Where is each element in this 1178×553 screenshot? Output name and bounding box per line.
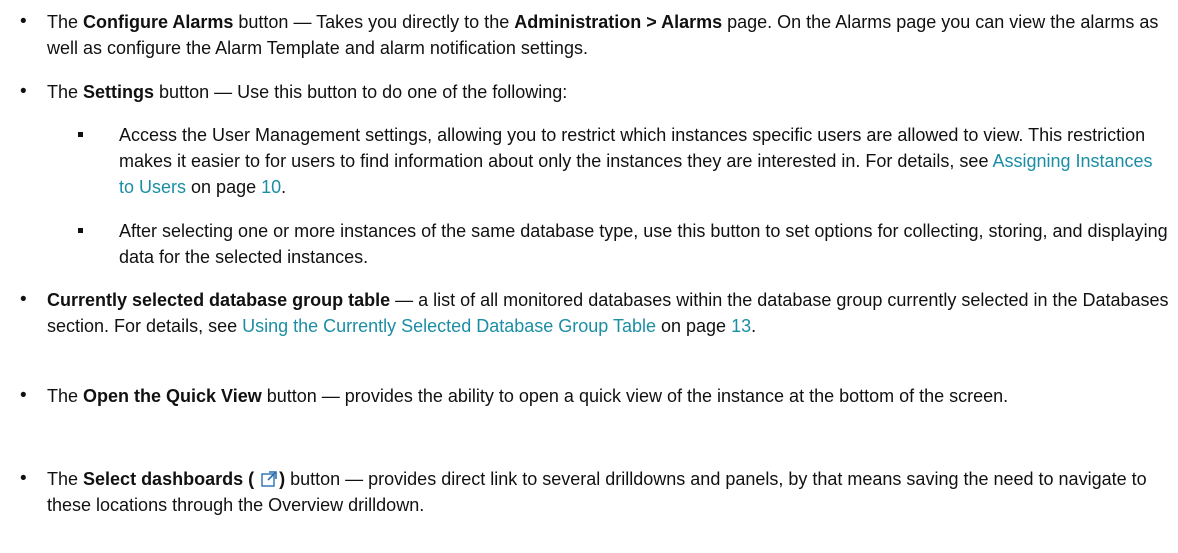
sub-bullet-square (78, 132, 83, 137)
sub-bullet-square (78, 228, 83, 233)
bullet-text: The Select dashboards ( ) button — provi… (47, 468, 1147, 515)
settings-label: Settings (83, 82, 155, 102)
bullet-configure-alarms: • The Configure Alarms button — Takes yo… (0, 9, 1170, 61)
page-10-link[interactable]: 10 (261, 177, 281, 197)
sub-bullet-instance-options: After selecting one or more instances of… (0, 218, 1170, 270)
bullet-text: The Settings button — Use this button to… (47, 82, 568, 102)
open-quick-view-label: Open the Quick View (83, 386, 262, 406)
bullet-select-dashboards: • The Select dashboards ( ) button — pro… (0, 466, 1170, 518)
bullet-text: Currently selected database group table … (47, 290, 1169, 336)
bullet-symbol: • (20, 468, 27, 489)
sub-bullet-user-management: Access the User Management settings, all… (0, 122, 1170, 200)
bullet-quick-view: • The Open the Quick View button — provi… (0, 383, 1170, 409)
bullet-text: The Configure Alarms button — Takes you … (47, 12, 1159, 58)
bullet-text: The Open the Quick View button — provide… (47, 386, 1009, 406)
database-group-table-label: Currently selected database group table (47, 290, 391, 310)
select-dashboards-label: Select dashboards ( (83, 469, 255, 489)
document-page: • The Configure Alarms button — Takes yo… (0, 0, 1178, 553)
bullet-symbol: • (20, 11, 27, 32)
external-link-icon (261, 468, 277, 487)
bullet-symbol: • (20, 81, 27, 102)
page-13-link[interactable]: 13 (731, 316, 751, 336)
sub-bullet-text: Access the User Management settings, all… (119, 125, 1153, 197)
bullet-database-group-table: • Currently selected database group tabl… (0, 287, 1170, 339)
sub-bullet-text: After selecting one or more instances of… (119, 221, 1168, 267)
bullet-settings: • The Settings button — Use this button … (0, 79, 1170, 105)
bullet-symbol: • (20, 289, 27, 310)
using-database-group-table-link[interactable]: Using the Currently Selected Database Gr… (242, 316, 656, 336)
bullet-symbol: • (20, 385, 27, 406)
configure-alarms-label: Configure Alarms (83, 12, 234, 32)
administration-alarms-label: Administration > Alarms (514, 12, 723, 32)
